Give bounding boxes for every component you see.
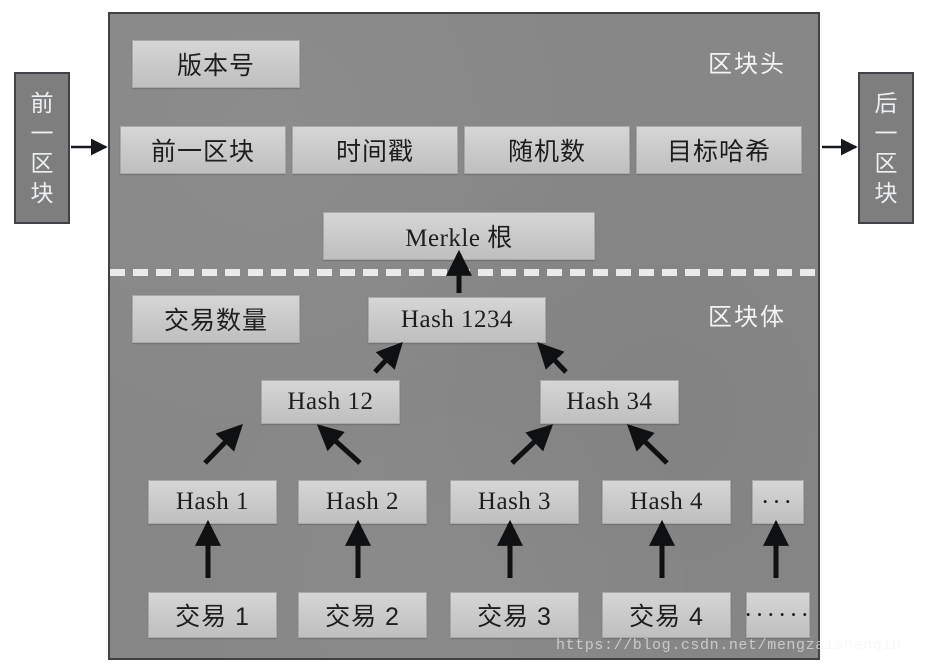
previous-block-label: 前一区块 [30, 90, 55, 206]
merkle-leaf-ellipsis-label: ··· [761, 488, 795, 516]
transaction-4: 交易 4 [602, 592, 731, 638]
transaction-3: 交易 3 [450, 592, 579, 638]
field-nonce-label: 随机数 [507, 138, 586, 166]
merkle-leaf-hash-3-label: Hash 3 [477, 488, 552, 515]
merkle-node-hash-34-label: Hash 34 [566, 388, 653, 415]
merkle-leaf-hash-1-label: Hash 1 [175, 488, 250, 515]
merkle-node-hash-1234-label: Hash 1234 [400, 306, 514, 333]
header-body-divider [110, 269, 818, 276]
transaction-2: 交易 2 [298, 592, 427, 638]
transaction-4-label: 交易 4 [629, 603, 704, 631]
field-merkle-root: Merkle 根 [323, 212, 595, 260]
merkle-leaf-hash-4: Hash 4 [602, 480, 731, 524]
transaction-1-label: 交易 1 [175, 603, 250, 631]
field-target-hash: 目标哈希 [636, 126, 802, 174]
merkle-node-hash-34: Hash 34 [540, 380, 679, 424]
transaction-ellipsis-label: ······ [744, 601, 812, 629]
merkle-leaf-hash-1: Hash 1 [148, 480, 277, 524]
merkle-leaf-hash-2: Hash 2 [298, 480, 427, 524]
merkle-leaf-hash-3: Hash 3 [450, 480, 579, 524]
next-block-node: 后一区块 [858, 72, 914, 224]
next-block-label: 后一区块 [874, 90, 899, 206]
watermark-text: https://blog.csdn.net/mengzaishenqiu [556, 637, 902, 654]
merkle-leaf-ellipsis: ··· [752, 480, 804, 524]
field-prev-hash: 前一区块 [120, 126, 286, 174]
field-tx-count-label: 交易数量 [163, 307, 268, 335]
diagram-canvas: 前一区块 后一区块 区块头 区块体 版本号 前一区块 时间戳 随机数 目标哈希 … [0, 0, 929, 672]
field-nonce: 随机数 [464, 126, 630, 174]
block-header-caption: 区块头 [708, 51, 786, 78]
transaction-ellipsis: ······ [744, 592, 812, 638]
field-prev-hash-label: 前一区块 [150, 138, 255, 166]
merkle-node-hash-12-label: Hash 12 [287, 388, 374, 415]
block-body-caption: 区块体 [708, 304, 786, 331]
field-merkle-root-label: Merkle 根 [405, 225, 513, 252]
field-timestamp-label: 时间戳 [335, 138, 414, 166]
transaction-2-label: 交易 2 [325, 603, 400, 631]
block-container: 区块头 区块体 版本号 前一区块 时间戳 随机数 目标哈希 Merkle 根 交… [108, 12, 820, 660]
transaction-3-label: 交易 3 [477, 603, 552, 631]
merkle-leaf-hash-2-label: Hash 2 [325, 488, 400, 515]
field-target-hash-label: 目标哈希 [666, 138, 771, 166]
merkle-node-hash-1234: Hash 1234 [368, 297, 546, 343]
merkle-leaf-hash-4-label: Hash 4 [629, 488, 704, 515]
field-tx-count: 交易数量 [132, 295, 300, 343]
merkle-node-hash-12: Hash 12 [261, 380, 400, 424]
transaction-1: 交易 1 [148, 592, 277, 638]
previous-block-node: 前一区块 [14, 72, 70, 224]
field-timestamp: 时间戳 [292, 126, 458, 174]
field-version: 版本号 [132, 40, 300, 88]
field-version-label: 版本号 [176, 52, 255, 80]
